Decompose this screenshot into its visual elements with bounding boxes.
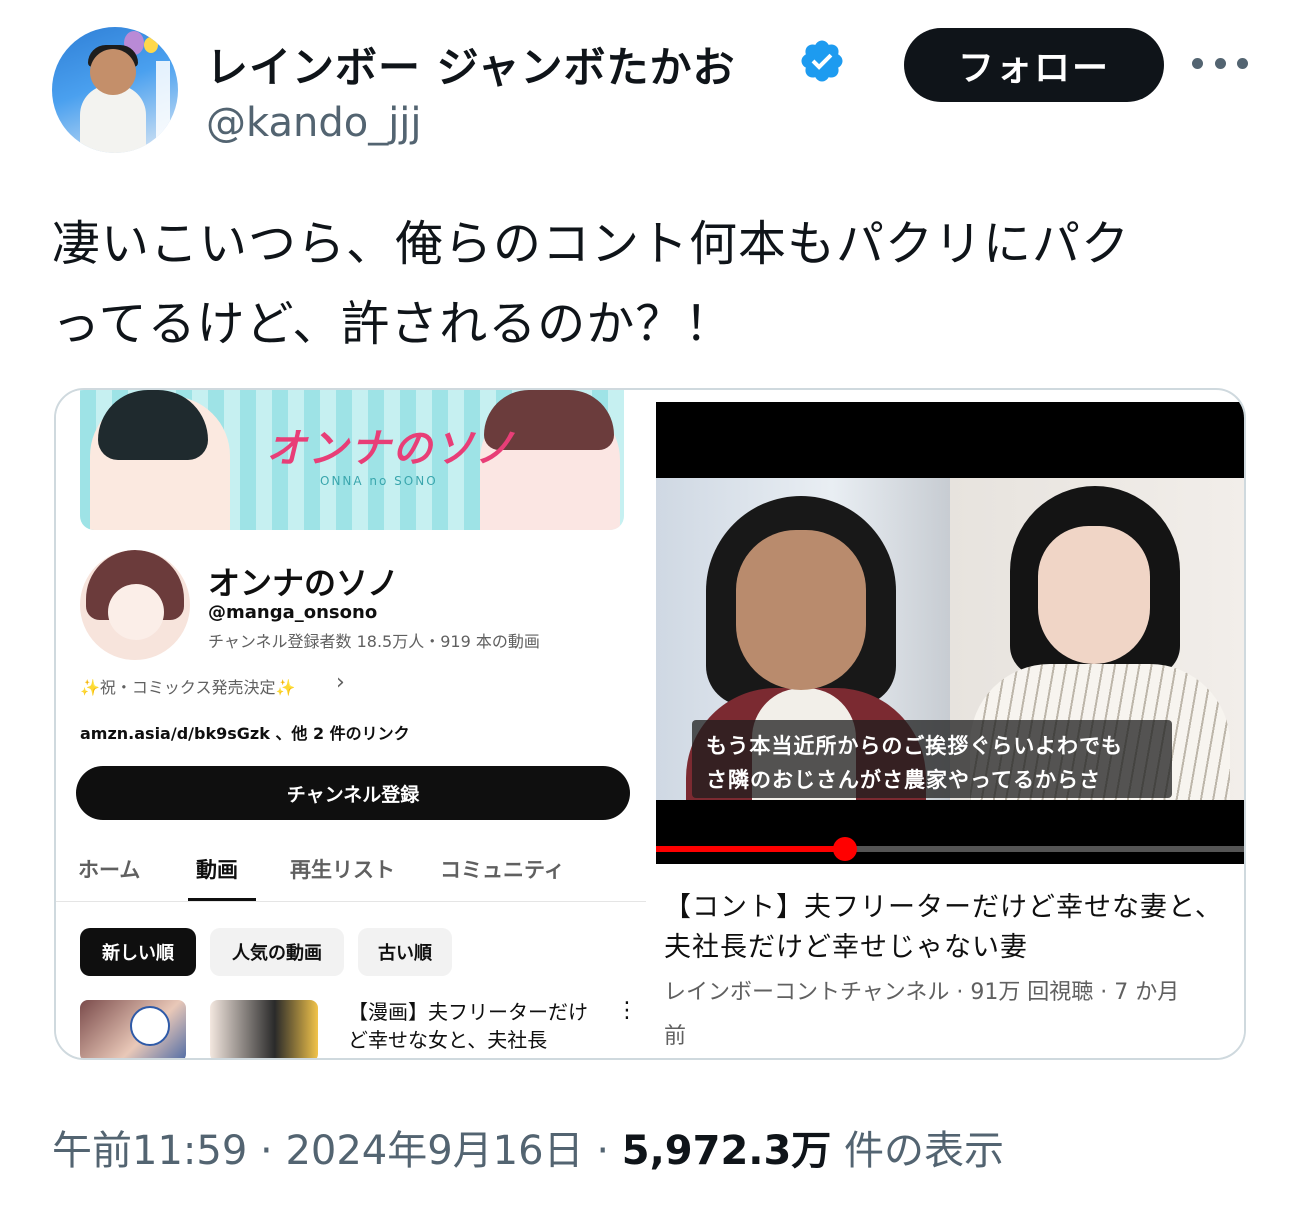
caption-line: もう本当近所からのご挨拶ぐらいよわでも — [706, 734, 1123, 758]
separator: · — [260, 1128, 286, 1174]
avatar-body — [80, 85, 146, 153]
avatar-sidetext — [156, 61, 170, 141]
avatar-head — [90, 49, 136, 95]
video-thumbnail — [80, 1000, 186, 1058]
verified-badge-icon — [801, 40, 843, 82]
author-name[interactable]: レインボー ジャンボたかお — [206, 34, 736, 95]
performer-face — [1038, 526, 1150, 664]
media-image-youtube-video[interactable]: もう本当近所からのご挨拶ぐらいよわでも さ隣のおじさんがさ農家やってるからさ 【… — [656, 402, 1244, 1058]
chip-popular: 人気の動画 — [210, 928, 344, 976]
banner-subtitle: ONNA no SONO — [320, 474, 438, 488]
performer-face — [736, 530, 866, 690]
channel-promo: ✨祝・コミックス発売決定✨ — [80, 678, 296, 697]
tab-videos: 動画 — [196, 858, 238, 882]
chevron-right-icon: › — [336, 670, 345, 695]
dot-icon — [1192, 58, 1203, 69]
chip-oldest: 古い順 — [358, 928, 452, 976]
channel-tabs: ホーム 動画 再生リスト コミュニティ — [56, 842, 646, 902]
video-item-title: 【漫画】夫フリーターだけど幸せな女と、夫社長 — [348, 1000, 588, 1052]
tweet-metadata: 午前11:59 · 2024年9月16日 · 5,972.3万 件の表示 — [52, 1118, 1004, 1176]
avatar-face — [108, 584, 164, 640]
video-thumbnail — [210, 1000, 318, 1058]
chip-newest: 新しい順 — [80, 928, 196, 976]
tab-home: ホーム — [78, 858, 141, 882]
channel-banner: オンナのソノ ONNA no SONO — [80, 390, 624, 530]
author-handle[interactable]: @kando_jjj — [206, 100, 422, 146]
dot-icon — [1214, 58, 1226, 69]
video-meta: レインボーコントチャンネル · 91万 回視聴 · 7 か月 — [664, 980, 1180, 1005]
channel-stats: チャンネル登録者数 18.5万人・919 本の動画 — [208, 632, 540, 651]
kebab-menu-icon: ⋮ — [616, 998, 638, 1023]
tab-community: コミュニティ — [440, 858, 565, 882]
author-avatar[interactable] — [52, 27, 178, 153]
active-tab-indicator — [188, 898, 256, 901]
speech-bubble — [130, 1006, 170, 1046]
tab-playlists: 再生リスト — [290, 858, 395, 882]
progress-fill — [656, 846, 846, 852]
media-image-youtube-channel[interactable]: オンナのソノ ONNA no SONO オンナのソノ @manga_onsono… — [56, 390, 646, 1058]
tweet-text: 凄いこいつら、俺らのコント何本もパクリにパク ってるけど、許されるのか？！ — [52, 204, 1252, 364]
channel-handle: @manga_onsono — [208, 602, 378, 623]
view-count-label: 件の表示 — [844, 1128, 1005, 1174]
more-horizontal-icon[interactable] — [1192, 58, 1248, 72]
channel-link: amzn.asia/d/bk9sGzk 、他 2 件のリンク — [80, 724, 410, 743]
separator: · — [596, 1128, 622, 1174]
tweet-text-line: 凄いこいつら、俺らのコント何本もパクリにパク — [52, 216, 1131, 272]
banner-logo: オンナのソノ — [266, 426, 517, 472]
tweet-time[interactable]: 午前11:59 — [52, 1128, 247, 1174]
channel-name: オンナのソノ — [208, 564, 400, 602]
subscribe-button: チャンネル登録 — [76, 766, 630, 820]
view-count: 5,972.3万 — [621, 1128, 832, 1174]
video-title: 【コント】夫フリーターだけど幸せな妻と、夫社長だけど幸せじゃない妻 — [664, 892, 1223, 963]
video-meta-cont: 前 — [664, 1024, 687, 1049]
follow-button[interactable]: フォロー — [904, 28, 1164, 102]
tweet-text-line: ってるけど、許されるのか？！ — [52, 296, 734, 352]
balloon-decoration — [144, 37, 158, 53]
dot-icon — [1237, 58, 1248, 69]
tweet-date[interactable]: 2024年9月16日 — [285, 1128, 583, 1174]
media-attachment[interactable]: オンナのソノ ONNA no SONO オンナのソノ @manga_onsono… — [54, 388, 1246, 1060]
caption-line: さ隣のおじさんがさ農家やってるからさ — [706, 768, 1101, 792]
channel-avatar — [80, 550, 190, 660]
